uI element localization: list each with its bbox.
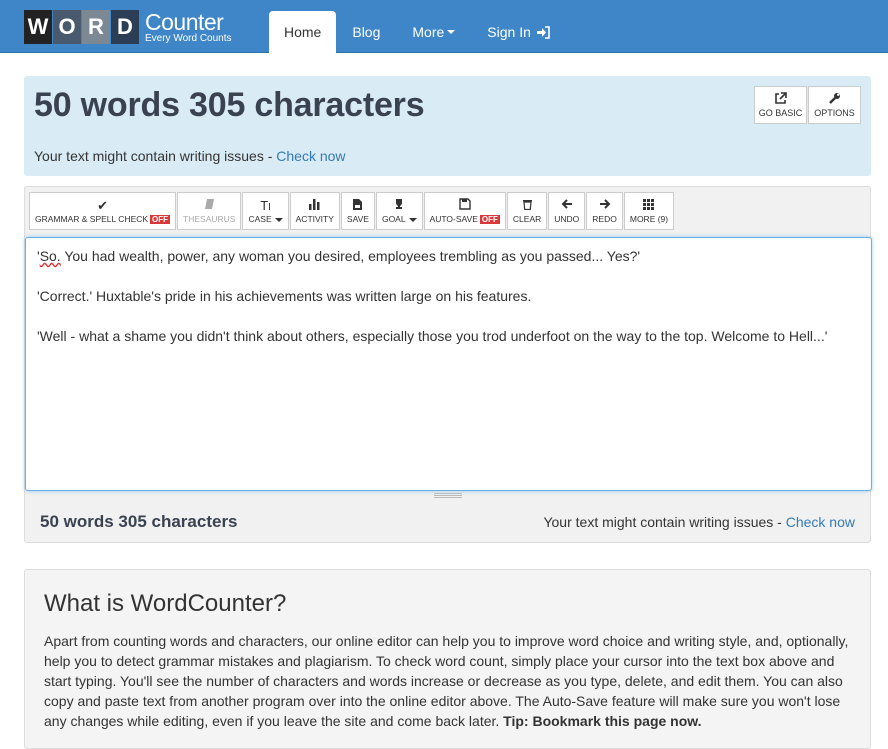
about-text: Apart from counting words and characters… (44, 631, 851, 731)
main-nav: Home Blog More Sign In (269, 11, 566, 53)
logo-letter-w: W (24, 10, 52, 44)
logo-title: Counter (145, 8, 224, 35)
editor-status-bar: 50 words 305 characters Your text might … (25, 502, 870, 542)
editor-toolbar: ✔ GRAMMAR & SPELL CHECK OFF THESAURUS TI … (29, 192, 675, 230)
redo-label: REDO (592, 214, 617, 224)
go-basic-button[interactable]: GO BASIC (754, 86, 807, 124)
autosave-label-row: AUTO-SAVE OFF (430, 214, 500, 224)
external-link-icon (774, 92, 787, 108)
spelling-flag-word: So. (39, 248, 61, 264)
status-issues-notice: Your text might contain writing issues -… (543, 514, 855, 530)
chevron-down-icon (447, 30, 456, 34)
file-icon (352, 198, 363, 214)
logo-text: Counter Every Word Counts (145, 8, 232, 44)
bar-chart-icon (308, 198, 321, 214)
status-word-count: 50 words 305 characters (40, 512, 238, 531)
about-section: What is WordCounter? Apart from counting… (24, 569, 871, 749)
nav-more-label: More (412, 24, 445, 40)
editor-paragraph: 'Well - what a shame you didn't think ab… (37, 328, 828, 344)
book-icon (204, 198, 215, 214)
grammar-off-badge: OFF (150, 215, 171, 224)
case-label: CASE (248, 214, 272, 224)
grammar-label-row: GRAMMAR & SPELL CHECK OFF (35, 214, 171, 224)
thesaurus-button[interactable]: THESAURUS (177, 192, 242, 230)
logo-letter-o: O (53, 10, 81, 44)
auto-save-button[interactable]: AUTO-SAVE OFF (423, 192, 506, 230)
goal-dropdown-button[interactable]: GOAL (375, 192, 423, 230)
check-now-link[interactable]: Check now (276, 148, 345, 164)
save-label: SAVE (346, 214, 369, 224)
stats-header-panel: 50 words 305 characters Your text might … (24, 76, 871, 176)
options-label: OPTIONS (814, 108, 855, 118)
options-button[interactable]: OPTIONS (808, 86, 861, 124)
editor-text-1: You had wealth, power, any woman you des… (60, 248, 641, 264)
text-editor[interactable]: 'So. You had wealth, power, any woman yo… (25, 237, 872, 491)
autosave-label: AUTO-SAVE (429, 214, 478, 224)
sign-in-icon (536, 25, 550, 39)
writing-issues-notice: Your text might contain writing issues -… (34, 148, 346, 164)
logo-subtitle: Every Word Counts (145, 32, 232, 44)
more-tools-button[interactable]: MORE (9) (623, 192, 675, 230)
nav-more-dropdown[interactable]: More (396, 11, 471, 53)
text-height-icon: TI (260, 198, 271, 213)
undo-label: UNDO (554, 214, 580, 224)
nav-signin[interactable]: Sign In (471, 11, 566, 53)
more-tools-label: MORE (9) (629, 214, 669, 224)
clear-button[interactable]: CLEAR (506, 192, 548, 230)
status-issues-text: Your text might contain writing issues - (543, 514, 786, 530)
save-button[interactable]: SAVE (340, 192, 375, 230)
about-body: Apart from counting words and characters… (44, 633, 849, 729)
arrow-left-icon (561, 198, 573, 214)
activity-button[interactable]: ACTIVITY (289, 192, 340, 230)
trophy-icon (393, 198, 405, 214)
trash-icon (522, 198, 533, 214)
go-basic-label: GO BASIC (758, 108, 803, 118)
undo-button[interactable]: UNDO (548, 192, 586, 230)
nav-blog-label: Blog (352, 24, 381, 40)
activity-label: ACTIVITY (295, 214, 334, 224)
arrow-right-icon (599, 198, 611, 214)
nav-home-label: Home (284, 24, 322, 40)
clear-label: CLEAR (512, 214, 542, 224)
grammar-check-button[interactable]: ✔ GRAMMAR & SPELL CHECK OFF (29, 192, 177, 230)
editor-paragraph: 'Correct.' Huxtable's pride in his achie… (37, 288, 532, 304)
logo-letter-r: R (82, 10, 110, 44)
grammar-label: GRAMMAR & SPELL CHECK (35, 214, 149, 224)
nav-signin-label: Sign In (487, 24, 531, 40)
word-character-count: 50 words 305 characters (34, 86, 425, 124)
issues-text: Your text might contain writing issues - (34, 148, 277, 164)
chevron-down-icon (274, 217, 283, 222)
thesaurus-label: THESAURUS (183, 214, 236, 224)
redo-button[interactable]: REDO (586, 192, 623, 230)
header-actions: GO BASIC OPTIONS (754, 86, 861, 124)
navbar: W O R D Counter Every Word Counts Home B… (0, 0, 888, 53)
case-dropdown-button[interactable]: TI CASE (242, 192, 289, 230)
nav-blog[interactable]: Blog (336, 11, 396, 53)
chevron-down-icon (408, 217, 417, 222)
logo-letter-d: D (111, 10, 139, 44)
nav-home[interactable]: Home (269, 11, 337, 53)
autosave-off-badge: OFF (479, 215, 500, 224)
about-heading: What is WordCounter? (44, 590, 287, 617)
resize-handle[interactable] (434, 493, 462, 498)
editor-container: ✔ GRAMMAR & SPELL CHECK OFF THESAURUS TI … (24, 186, 872, 543)
status-check-now-link[interactable]: Check now (786, 514, 855, 530)
wrench-icon (828, 92, 841, 108)
grid-icon (642, 198, 655, 214)
floppy-disk-icon (459, 198, 471, 214)
site-logo[interactable]: W O R D Counter Every Word Counts (24, 10, 232, 44)
editor-paragraph: 'So. You had wealth, power, any woman yo… (37, 246, 860, 266)
goal-label-row: GOAL (382, 214, 417, 224)
checkmark-icon: ✔ (97, 198, 108, 213)
goal-label: GOAL (381, 214, 406, 224)
case-label-row: CASE (248, 214, 283, 224)
about-tip: Tip: Bookmark this page now. (503, 713, 702, 729)
